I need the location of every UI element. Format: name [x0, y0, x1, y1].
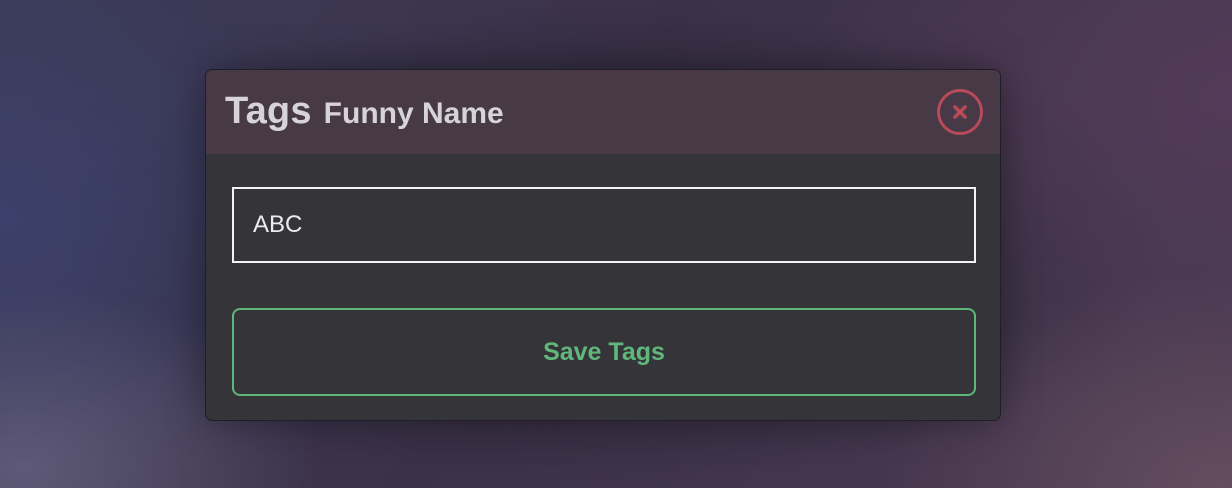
save-tags-button[interactable]: Save Tags [232, 308, 976, 396]
tags-dialog: Tags Funny Name Save Tags [205, 69, 1001, 421]
close-button[interactable] [936, 88, 984, 136]
close-circle-icon [937, 89, 983, 135]
dialog-body: Save Tags [206, 154, 1000, 396]
dialog-header: Tags Funny Name [206, 70, 1000, 154]
dialog-title: Tags [225, 90, 312, 132]
tags-input[interactable] [232, 187, 976, 263]
dialog-subtitle: Funny Name [323, 97, 504, 130]
